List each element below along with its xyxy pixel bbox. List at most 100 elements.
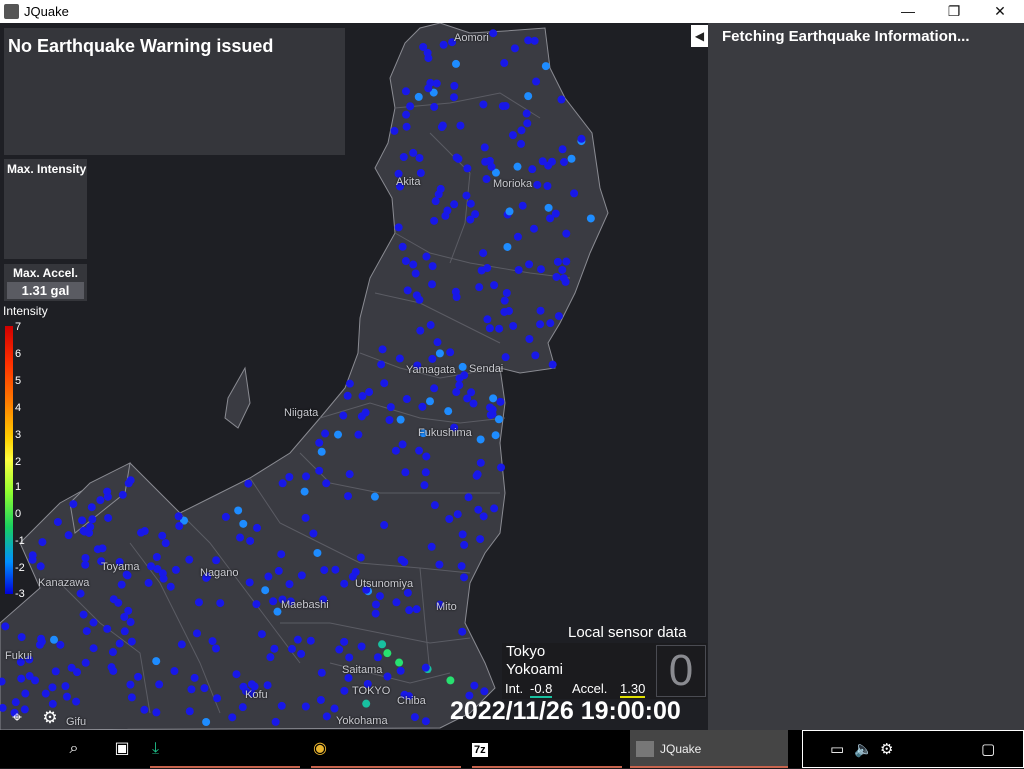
scale-tick: -2 xyxy=(15,562,25,574)
station-dot xyxy=(391,446,400,455)
station-dot xyxy=(494,415,503,424)
station-dot xyxy=(62,692,71,701)
station-dot xyxy=(358,392,367,401)
scale-tick: -3 xyxy=(15,588,25,600)
station-dot xyxy=(144,578,153,587)
max-intensity-panel: Max. Intensity xyxy=(4,159,87,259)
station-dot xyxy=(383,672,392,681)
collapse-panel-button[interactable]: ◀ xyxy=(691,25,708,47)
settings-gear-icon[interactable]: ⚙ xyxy=(39,707,61,729)
station-dot xyxy=(140,527,149,536)
close-button[interactable]: ✕ xyxy=(977,0,1023,23)
station-dot xyxy=(554,312,563,321)
city-label: Fukushima xyxy=(418,427,472,439)
station-dot xyxy=(277,701,286,710)
station-dot xyxy=(445,515,454,524)
download-app-button[interactable]: ⤓ xyxy=(150,730,300,768)
station-dot xyxy=(421,663,430,672)
station-dot xyxy=(161,539,170,548)
station-dot xyxy=(72,697,81,706)
city-label: Akita xyxy=(396,176,421,188)
station-dot xyxy=(246,536,255,545)
task-view-icon[interactable]: ▣ xyxy=(106,730,138,768)
jquake-app-button[interactable]: JQuake xyxy=(630,730,788,768)
station-dot xyxy=(426,321,435,330)
scale-tick: 7 xyxy=(15,321,22,333)
jquake-app-label: JQuake xyxy=(660,742,702,756)
station-dot xyxy=(479,249,488,258)
station-dot xyxy=(398,440,407,449)
notifications-icon[interactable]: ▢ xyxy=(981,731,995,769)
station-dot xyxy=(228,713,237,722)
station-dot xyxy=(433,338,442,347)
station-dot xyxy=(345,379,354,388)
station-dot xyxy=(343,391,352,400)
station-dot xyxy=(365,388,374,397)
jquake-icon xyxy=(636,741,654,757)
station-dot xyxy=(500,307,509,316)
station-dot xyxy=(421,468,430,477)
download-icon: ⤓ xyxy=(152,740,160,757)
station-dot xyxy=(109,595,118,604)
station-dot xyxy=(166,582,175,591)
scale-tick: 2 xyxy=(15,456,22,468)
station-dot xyxy=(457,562,466,571)
scale-tick: 1 xyxy=(15,481,22,493)
station-dot xyxy=(261,586,270,595)
station-dot xyxy=(487,162,496,171)
station-dot xyxy=(450,200,459,209)
locate-icon[interactable]: ⌖ xyxy=(6,707,28,729)
station-dot xyxy=(402,110,411,119)
station-dot xyxy=(528,165,537,174)
network-icon[interactable]: ▭ xyxy=(830,731,844,769)
station-dot xyxy=(496,397,505,406)
earthquake-map[interactable]: No Earthquake Warning issued Max. Intens… xyxy=(0,23,708,730)
station-dot xyxy=(397,555,406,564)
station-dot xyxy=(577,134,586,143)
station-dot xyxy=(411,269,420,278)
chrome-app-button[interactable]: ◉ xyxy=(311,730,461,768)
station-dot xyxy=(422,252,431,261)
station-dot xyxy=(17,633,26,642)
maximize-button[interactable]: ❐ xyxy=(931,0,977,23)
station-dot xyxy=(89,618,98,627)
volume-icon[interactable]: 🔈 xyxy=(854,731,873,769)
minimize-button[interactable]: — xyxy=(885,0,931,23)
station-dot xyxy=(428,354,437,363)
intensity-scale-title: Intensity xyxy=(3,304,48,318)
station-dot xyxy=(456,121,465,130)
station-dot xyxy=(73,668,82,677)
station-dot xyxy=(245,578,254,587)
station-dot xyxy=(531,351,540,360)
station-dot xyxy=(158,531,167,540)
settings-icon[interactable]: ⚙ xyxy=(880,731,893,769)
city-label: Mito xyxy=(436,601,457,613)
station-dot xyxy=(61,682,70,691)
station-dot xyxy=(392,598,401,607)
station-dot xyxy=(285,580,294,589)
station-dot xyxy=(509,321,518,330)
station-dot xyxy=(410,713,419,722)
station-dot xyxy=(395,658,404,667)
station-dot xyxy=(17,674,26,683)
station-dot xyxy=(399,153,408,162)
scale-tick: 3 xyxy=(15,429,22,441)
station-dot xyxy=(562,257,571,266)
station-dot xyxy=(202,718,211,727)
station-dot xyxy=(500,59,509,68)
station-dot xyxy=(402,122,411,131)
station-dot xyxy=(216,599,225,608)
station-dot xyxy=(127,637,136,646)
station-dot xyxy=(244,479,253,488)
city-label: Kofu xyxy=(245,689,268,701)
station-dot xyxy=(403,286,412,295)
station-dot xyxy=(430,216,439,225)
local-sensor-title: Local sensor data xyxy=(568,624,687,641)
station-dot xyxy=(340,686,349,695)
sado-island xyxy=(224,366,251,429)
station-dot xyxy=(362,699,371,708)
sevenzip-app-button[interactable]: 7z xyxy=(472,730,622,768)
station-dot xyxy=(544,203,553,212)
search-icon[interactable]: ⌕ xyxy=(58,730,90,768)
station-dot xyxy=(221,512,230,521)
